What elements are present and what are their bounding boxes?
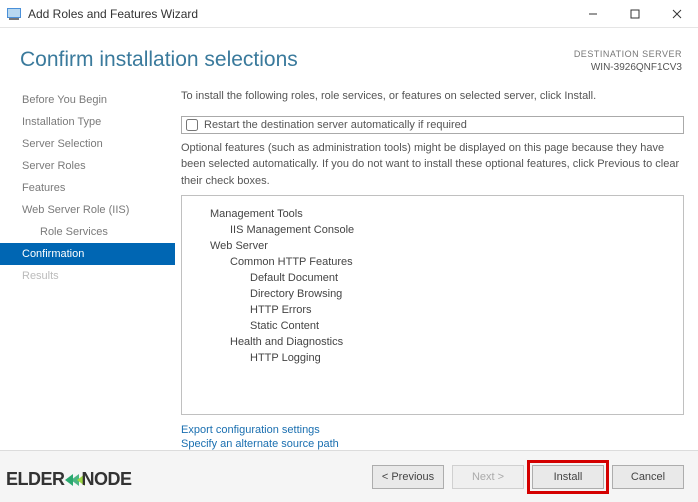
wizard-icon [6,6,22,22]
minimize-button[interactable] [572,0,614,28]
nav-before-you-begin[interactable]: Before You Begin [0,89,175,111]
feature-item: Default Document [190,270,675,286]
nav-server-selection[interactable]: Server Selection [0,133,175,155]
nav-web-server-role[interactable]: Web Server Role (IIS) [0,199,175,221]
window-controls [572,0,698,28]
nav-features[interactable]: Features [0,177,175,199]
feature-item: Web Server [190,238,675,254]
next-button: Next > [452,465,524,489]
restart-checkbox[interactable] [186,119,198,131]
feature-item: HTTP Logging [190,350,675,366]
nav-server-roles[interactable]: Server Roles [0,155,175,177]
destination-info: DESTINATION SERVER WIN-3926QNF1CV3 [574,48,682,75]
feature-item: Management Tools [190,206,675,222]
alt-source-path-link[interactable]: Specify an alternate source path [181,437,684,451]
maximize-button[interactable] [614,0,656,28]
feature-item: Common HTTP Features [190,254,675,270]
close-button[interactable] [656,0,698,28]
instruction-text: To install the following roles, role ser… [181,89,684,104]
action-links: Export configuration settings Specify an… [181,423,684,451]
restart-checkbox-row[interactable]: Restart the destination server automatic… [181,116,684,134]
nav-confirmation[interactable]: Confirmation [0,243,175,265]
feature-item: Static Content [190,318,675,334]
header: Confirm installation selections DESTINAT… [0,28,698,85]
watermark: ELDER NODE [6,469,132,490]
restart-label: Restart the destination server automatic… [204,119,467,131]
page-title: Confirm installation selections [20,48,574,72]
install-button[interactable]: Install [532,465,604,489]
watermark-part2: NODE [82,469,132,490]
main-panel: To install the following roles, role ser… [175,85,698,451]
nav-installation-type[interactable]: Installation Type [0,111,175,133]
watermark-part1: ELDER [6,469,65,490]
nav-results: Results [0,265,175,287]
feature-item: Health and Diagnostics [190,334,675,350]
feature-item: Directory Browsing [190,286,675,302]
destination-server: WIN-3926QNF1CV3 [574,61,682,75]
titlebar-title: Add Roles and Features Wizard [28,7,572,21]
nav-role-services[interactable]: Role Services [0,221,175,243]
previous-button[interactable]: < Previous [372,465,444,489]
optional-features-text: Optional features (such as administratio… [181,140,684,190]
features-list[interactable]: Management Tools IIS Management Console … [181,195,684,414]
feature-item: IIS Management Console [190,222,675,238]
cancel-button[interactable]: Cancel [612,465,684,489]
titlebar: Add Roles and Features Wizard [0,0,698,28]
export-config-link[interactable]: Export configuration settings [181,423,684,437]
wizard-nav: Before You Begin Installation Type Serve… [0,85,175,451]
feature-item: HTTP Errors [190,302,675,318]
destination-label: DESTINATION SERVER [574,48,682,61]
